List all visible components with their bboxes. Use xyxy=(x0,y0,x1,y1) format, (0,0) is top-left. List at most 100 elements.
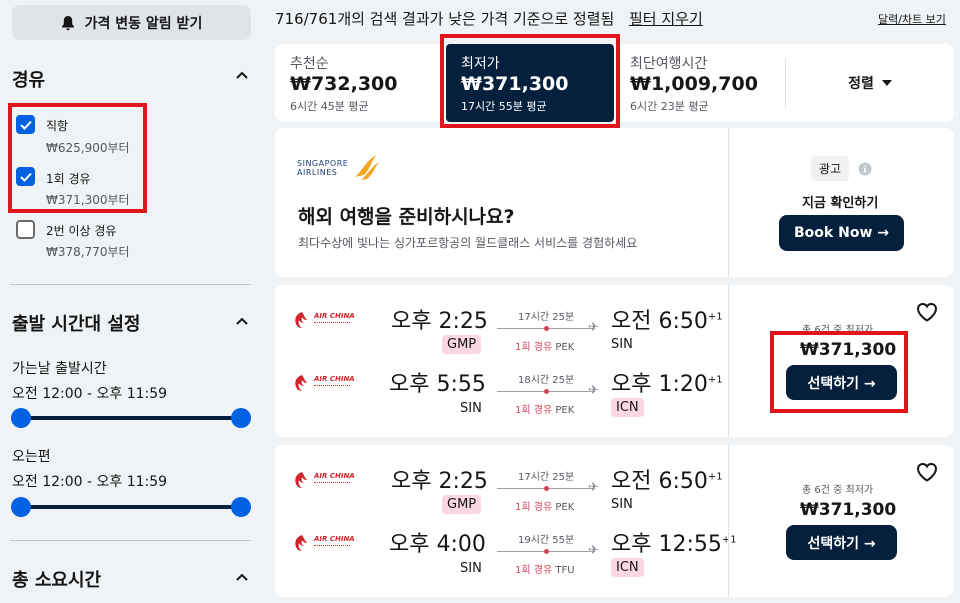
calendar-chart-link[interactable]: 달력/차트 보기 xyxy=(878,11,946,27)
flight-duration: 17시간 25분 xyxy=(518,312,575,323)
ad-book-now-button[interactable]: Book Now → xyxy=(779,215,904,251)
airline-name: AIR CHINA xyxy=(314,312,355,320)
flight-result-card[interactable]: AIR CHINA 오후 2:25 GMP 17시간 25분 ✈ 1회 경유 P… xyxy=(275,445,954,597)
return-slider-end-handle[interactable] xyxy=(231,497,251,517)
outbound-time-range: 오전 12:00 - 오후 11:59 xyxy=(12,386,168,402)
card-divider xyxy=(728,285,729,437)
sort-tab-recommended[interactable]: 추천순 ₩732,300 6시간 45분 평균 xyxy=(275,44,440,122)
arrival-time-wrap: 오전 6:50+1 xyxy=(611,303,723,335)
air-china-phoenix-icon xyxy=(295,312,307,328)
stops-count: 1회 경유 xyxy=(515,565,553,576)
airline-name: AIR CHINA xyxy=(314,375,355,383)
stops-info: 1회 경유 TFU xyxy=(515,561,575,576)
arrival-time: 오전 6:50 xyxy=(611,309,708,334)
air-china-logo xyxy=(292,534,312,556)
airline-chinese-text xyxy=(314,545,350,548)
sort-dropdown-label: 정렬 xyxy=(848,76,874,92)
highlight-box-cheapest xyxy=(440,34,620,128)
price-alert-button[interactable]: 가격 변동 알림 받기 xyxy=(12,5,251,40)
flight-duration: 19시간 55분 xyxy=(518,535,575,546)
sort-tab-duration: 6시간 45분 평균 xyxy=(290,100,369,113)
stops-info: 1회 경유 PEK xyxy=(515,338,574,353)
airline-chinese-text xyxy=(314,385,350,388)
arrival-day-offset: +1 xyxy=(707,311,723,323)
plane-icon: ✈ xyxy=(588,543,599,558)
airline-name: AIR CHINA xyxy=(314,535,355,543)
stop-dot xyxy=(544,389,549,394)
sidebar-divider xyxy=(10,284,251,285)
arrival-time: 오후 1:20 xyxy=(611,372,708,397)
cheapest-of-label: 총 6건 중 최저가 xyxy=(802,485,874,496)
return-time-label: 오는편 xyxy=(12,449,51,465)
caret-down-icon xyxy=(881,80,892,86)
stop-airport: PEK xyxy=(555,342,575,353)
air-china-phoenix-icon xyxy=(295,375,307,391)
stops-info: 1회 경유 PEK xyxy=(515,498,574,513)
sort-tab-price: ₩1,009,700 xyxy=(630,73,758,95)
highlight-box-price xyxy=(770,331,908,413)
heart-icon[interactable] xyxy=(916,462,938,486)
chevron-up-icon[interactable] xyxy=(236,314,248,329)
airline-chinese-text xyxy=(314,322,350,325)
arrival-airport: SIN xyxy=(611,337,633,352)
airline-name: AIR CHINA xyxy=(314,472,355,480)
departure-time-title: 출발 시간대 설정 xyxy=(12,314,141,335)
stop-dot xyxy=(544,326,549,331)
results-summary: 716/761개의 검색 결과가 낮은 가격 기준으로 정렬됨 xyxy=(275,10,615,28)
return-slider-start-handle[interactable] xyxy=(11,497,31,517)
arrival-time-wrap: 오후 1:20+1 xyxy=(611,366,723,398)
outbound-slider-start-handle[interactable] xyxy=(11,408,31,428)
flight-duration: 18시간 25분 xyxy=(518,375,575,386)
air-china-phoenix-icon xyxy=(295,535,307,551)
stops-filter-title: 경유 xyxy=(12,70,46,91)
return-time-range: 오전 12:00 - 오후 11:59 xyxy=(12,474,168,490)
airline-chinese-text xyxy=(314,482,350,485)
stops-count: 1회 경유 xyxy=(515,405,553,416)
sort-tab-label: 최단여행시간 xyxy=(630,56,708,72)
bird-logo-icon xyxy=(355,155,380,180)
ad-brand-line2: AIRLINES xyxy=(297,168,338,177)
card-divider xyxy=(728,445,729,597)
chevron-up-icon[interactable] xyxy=(236,68,248,83)
sort-tab-label: 추천순 xyxy=(290,56,329,72)
arrival-airport: SIN xyxy=(611,497,633,512)
stops-info: 1회 경유 PEK xyxy=(515,401,574,416)
info-icon[interactable] xyxy=(858,161,872,180)
bell-icon xyxy=(61,15,74,30)
outbound-slider-end-handle[interactable] xyxy=(231,408,251,428)
ad-tag: 광고 xyxy=(811,156,850,181)
outbound-time-label: 가는날 출발시간 xyxy=(12,361,107,377)
stops-count: 1회 경유 xyxy=(515,502,553,513)
stops-two-plus-checkbox[interactable] xyxy=(16,220,35,239)
singapore-airlines-logo: SINGAPORE AIRLINES xyxy=(297,153,382,183)
heart-icon[interactable] xyxy=(916,302,938,326)
clear-filters-link[interactable]: 필터 지우기 xyxy=(629,8,703,29)
arrival-time-wrap: 오후 12:55+1 xyxy=(611,526,737,558)
card-divider xyxy=(728,128,729,277)
stops-two-plus-label: 2번 이상 경유 xyxy=(46,224,117,238)
return-time-slider[interactable] xyxy=(20,505,242,509)
ad-cta-heading: 지금 확인하기 xyxy=(802,196,879,211)
plane-icon: ✈ xyxy=(588,320,599,335)
sort-tab-price: ₩732,300 xyxy=(290,73,398,95)
outbound-time-slider[interactable] xyxy=(20,416,242,420)
stop-airport: PEK xyxy=(555,405,575,416)
stop-airport: PEK xyxy=(555,502,575,513)
flight-price: ₩371,300 xyxy=(800,500,897,520)
duration-filter-title: 총 소요시간 xyxy=(12,570,102,591)
air-china-logo xyxy=(292,311,312,333)
chevron-up-icon[interactable] xyxy=(236,570,248,585)
departure-time: 오후 5:55 xyxy=(389,372,486,397)
select-flight-button[interactable]: 선택하기 → xyxy=(786,525,897,560)
arrival-time-wrap: 오전 6:50+1 xyxy=(611,463,723,495)
arrival-airport: ICN xyxy=(611,398,644,417)
ad-brand-line1: SINGAPORE xyxy=(297,159,349,168)
ad-title: 해외 여행을 준비하시나요? xyxy=(298,206,515,228)
sort-tab-fastest[interactable]: 최단여행시간 ₩1,009,700 6시간 23분 평균 xyxy=(615,44,785,122)
departure-airport: SIN xyxy=(460,401,482,416)
arrival-time: 오전 6:50 xyxy=(611,469,708,494)
arrival-day-offset: +1 xyxy=(721,534,737,546)
stops-count: 1회 경유 xyxy=(515,342,553,353)
ad-card[interactable]: SINGAPORE AIRLINES 해외 여행을 준비하시나요? 최다수상에 … xyxy=(275,128,954,277)
sort-dropdown[interactable]: 정렬 xyxy=(786,44,954,122)
